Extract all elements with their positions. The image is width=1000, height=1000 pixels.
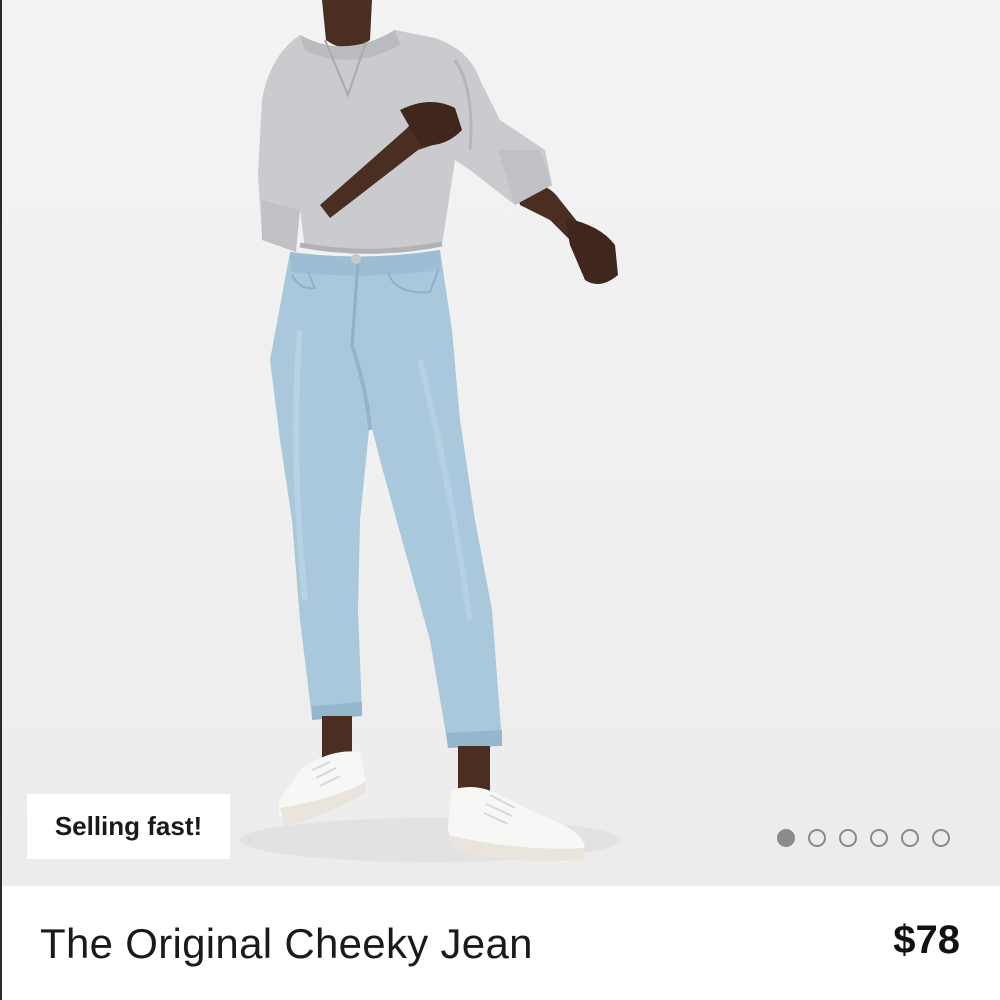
model-photo xyxy=(240,0,620,862)
carousel-dot-5[interactable] xyxy=(901,829,919,847)
carousel-dot-1[interactable] xyxy=(777,829,795,847)
product-price: $78 xyxy=(893,918,960,962)
carousel-pagination[interactable] xyxy=(777,829,950,847)
carousel-dot-4[interactable] xyxy=(870,829,888,847)
product-name[interactable]: The Original Cheeky Jean xyxy=(40,920,533,968)
carousel-dot-3[interactable] xyxy=(839,829,857,847)
selling-fast-badge: Selling fast! xyxy=(27,794,230,859)
carousel-dot-2[interactable] xyxy=(808,829,826,847)
product-card[interactable]: Selling fast! The Original Cheeky Jean $… xyxy=(0,0,1000,1000)
product-image[interactable]: Selling fast! xyxy=(0,0,1000,886)
carousel-dot-6[interactable] xyxy=(932,829,950,847)
card-left-border xyxy=(0,0,2,1000)
